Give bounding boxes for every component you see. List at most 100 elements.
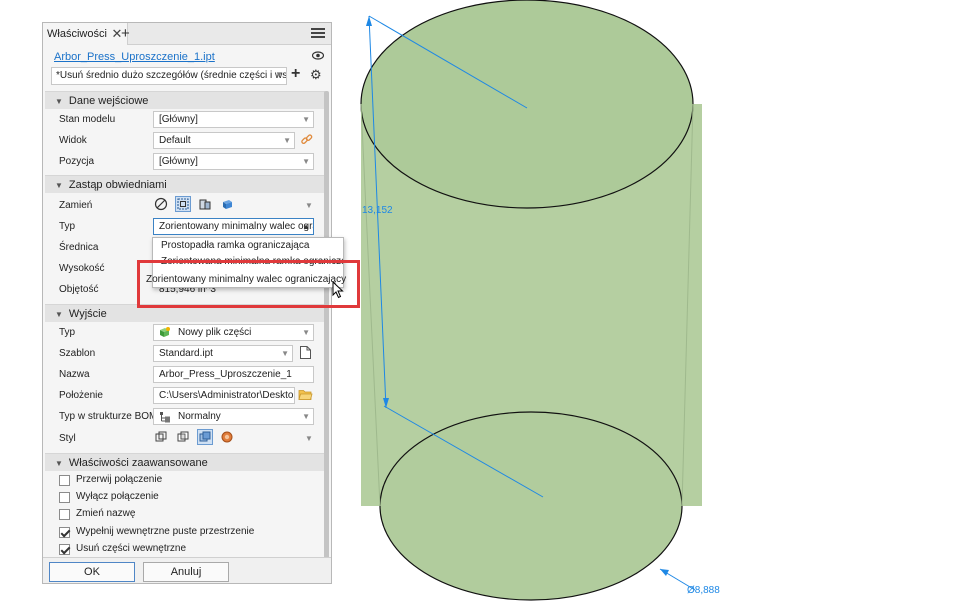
position-value: [Główny] [159, 156, 198, 167]
cylinder-top-face [360, 0, 694, 209]
preset-value: *Usuń średnio dużo szczegółów (średnie c… [56, 70, 287, 81]
model-state-select[interactable]: [Główny] ▼ [153, 111, 314, 128]
suppress-link-label: Wyłącz połączenie [76, 491, 159, 502]
style-composite-icon[interactable] [219, 429, 235, 445]
collapse-triangle-icon: ▼ [55, 97, 63, 106]
new-part-icon [160, 327, 170, 337]
view-label: Widok [59, 135, 87, 146]
name-input[interactable]: Arbor_Press_Uproszczenie_1 [153, 366, 314, 383]
style-label: Styl [59, 433, 76, 444]
eye-icon[interactable] [312, 51, 324, 60]
style-chevron-icon[interactable]: ▼ [305, 434, 313, 443]
name-value: Arbor_Press_Uproszczenie_1 [159, 369, 292, 380]
chevron-down-icon: ▼ [281, 349, 289, 358]
add-tab-icon[interactable]: + [121, 25, 130, 42]
replace-solid-icon[interactable] [219, 196, 235, 212]
tab-properties[interactable]: Właściwości ✕ [43, 23, 128, 45]
add-preset-icon[interactable]: + [291, 65, 300, 83]
checkbox-break-link[interactable] [59, 475, 70, 486]
rename-label: Zmień nazwę [76, 508, 136, 519]
model-state-label: Stan modelu [59, 114, 116, 125]
location-value: C:\Users\Administrator\Desktop\Sar [159, 390, 294, 401]
replace-label: Zamień [59, 200, 93, 211]
panel-footer: OK Anuluj [43, 557, 331, 583]
section-input-title: Dane wejściowe [68, 95, 149, 107]
diameter-label: Średnica [59, 242, 99, 253]
checkbox-rename[interactable] [59, 509, 70, 520]
replace-bounding-box-icon[interactable] [175, 196, 191, 212]
bom-structure-icon [160, 412, 170, 423]
location-label: Położenie [59, 390, 103, 401]
folder-icon[interactable] [298, 388, 313, 401]
section-advanced-title: Właściwości zaawansowane [68, 457, 208, 469]
diameter-dimension-label[interactable]: Ø8,888 [687, 585, 720, 596]
break-link-label: Przerwij połączenie [76, 474, 163, 485]
template-label: Szablon [59, 348, 96, 359]
model-state-value: [Główny] [159, 114, 198, 125]
panel-tabbar: Właściwości ✕ + [43, 23, 331, 45]
style-single-body-icon[interactable] [197, 429, 213, 445]
view-value: Default [159, 135, 191, 146]
gear-icon[interactable]: ⚙ [310, 67, 322, 83]
replace-parts-icon[interactable] [197, 196, 213, 212]
file-name-link[interactable]: Arbor_Press_Uproszczenie_1.ipt [54, 51, 215, 63]
bom-type-select[interactable]: Normalny ▼ [153, 408, 314, 425]
chevron-down-icon: ▼ [283, 136, 291, 145]
position-label: Pozycja [59, 156, 95, 167]
section-advanced-header[interactable]: ▼ Właściwości zaawansowane [45, 453, 325, 471]
output-type-label: Typ [59, 327, 76, 338]
cancel-button[interactable]: Anuluj [143, 562, 229, 582]
checkbox-remove-internal-parts[interactable] [59, 544, 70, 555]
file-icon[interactable] [299, 345, 312, 360]
section-envelope-title: Zastąp obwiedniami [68, 179, 167, 191]
height-label: Wysokość [59, 263, 105, 274]
menu-icon[interactable] [311, 26, 325, 40]
collapse-triangle-icon: ▼ [55, 310, 63, 319]
envelope-type-label: Typ [59, 221, 76, 232]
view-select[interactable]: Default ▼ [153, 132, 295, 149]
replace-chevron-icon[interactable]: ▼ [305, 201, 313, 210]
cylinder-viewport[interactable] [340, 0, 740, 606]
chevron-down-icon: ▼ [302, 328, 310, 337]
chevron-down-icon: ▼ [302, 157, 310, 166]
tab-properties-label: Właściwości [47, 28, 107, 40]
chevron-up-icon: ▲ [302, 222, 310, 231]
height-dimension-label[interactable]: 13,152 [362, 205, 393, 216]
envelope-type-select[interactable]: Zorientowany minimalny walec ograniczają… [153, 218, 314, 235]
dropdown-item-oriented-cylinder[interactable]: Zorientowany minimalny walec ograniczają… [146, 274, 346, 285]
collapse-triangle-icon: ▼ [55, 459, 63, 468]
section-envelope-header[interactable]: ▼ Zastąp obwiedniami [45, 175, 325, 193]
dropdown-item-box[interactable]: Prostopadła ramka ograniczająca [153, 238, 343, 254]
remove-internal-parts-label: Usuń części wewnętrzne [76, 543, 187, 554]
output-type-value: Nowy plik części [178, 327, 252, 338]
chevron-down-icon: ▼ [302, 412, 310, 421]
fill-voids-label: Wypełnij wewnętrzne puste przestrzenie [76, 526, 255, 537]
envelope-type-value: Zorientowany minimalny walec ograniczają… [159, 221, 313, 232]
volume-label: Objętość [59, 284, 99, 295]
diameter-arrow [660, 569, 669, 576]
collapse-triangle-icon: ▼ [55, 181, 63, 190]
output-type-select[interactable]: Nowy plik części ▼ [153, 324, 314, 341]
chevron-down-icon: ▼ [275, 70, 283, 79]
preset-select[interactable]: *Usuń średnio dużo szczegółów (średnie c… [51, 67, 287, 85]
checkbox-suppress-link[interactable] [59, 492, 70, 503]
mouse-cursor-icon [332, 281, 344, 299]
style-multi-solid-icon[interactable] [175, 429, 191, 445]
replace-none-icon[interactable] [153, 196, 169, 212]
panel-scrollbar[interactable] [324, 91, 329, 563]
style-single-solid-icon[interactable] [153, 429, 169, 445]
position-select[interactable]: [Główny] ▼ [153, 153, 314, 170]
section-input-header[interactable]: ▼ Dane wejściowe [45, 91, 325, 109]
link-icon[interactable] [300, 133, 314, 147]
checkbox-fill-voids[interactable] [59, 527, 70, 538]
bom-type-value: Normalny [178, 411, 221, 422]
cylinder-bottom-face [379, 411, 683, 601]
section-output-title: Wyjście [68, 308, 107, 320]
name-label: Nazwa [59, 369, 90, 380]
location-input[interactable]: C:\Users\Administrator\Desktop\Sar [153, 387, 295, 404]
template-select[interactable]: Standard.ipt ▼ [153, 345, 293, 362]
ok-button[interactable]: OK [49, 562, 135, 582]
chevron-down-icon: ▼ [302, 115, 310, 124]
bom-type-label: Typ w strukturze BOM [59, 411, 158, 422]
template-value: Standard.ipt [159, 348, 213, 359]
